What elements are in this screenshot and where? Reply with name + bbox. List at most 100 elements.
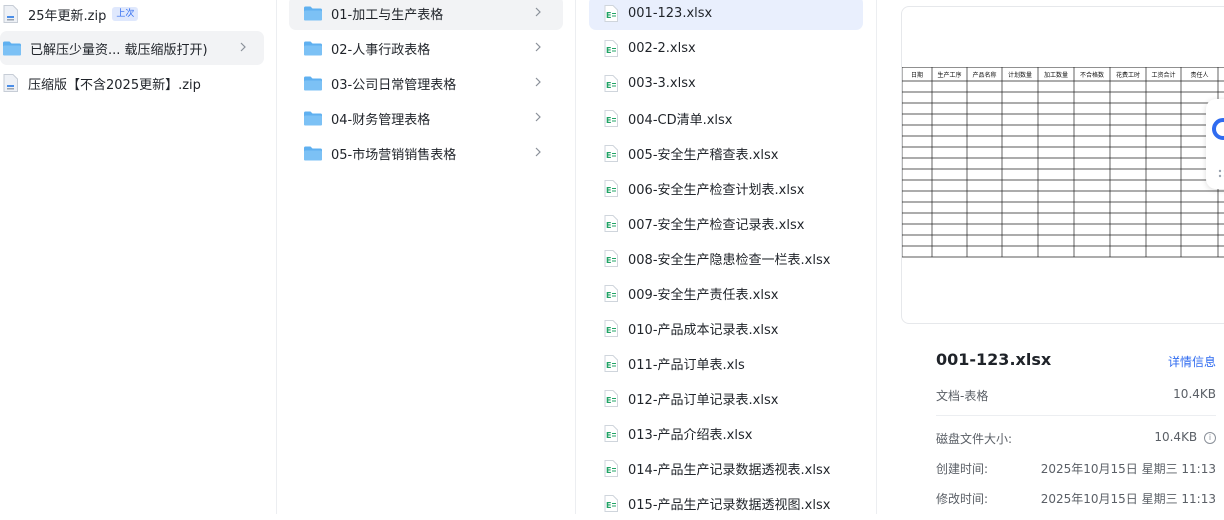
svg-text:E: E	[606, 361, 611, 370]
archive-label: 25年更新.zip	[28, 5, 106, 24]
sheet-header-cell: 责任人	[1190, 71, 1208, 79]
spreadsheet-preview: 日期生产工序产品名称计划数量加工数量不合格数花费工时工资合计责任人	[901, 6, 1224, 324]
folder-label: 01-加工与生产表格	[331, 4, 443, 23]
file-label: 010-产品成本记录表.xlsx	[628, 319, 778, 338]
archive-column: 25年更新.zip 上次 已解压少量资... 载压缩版打开) 压缩版【不含202…	[0, 0, 276, 514]
disk-size-label: 磁盘文件大小:	[936, 430, 1012, 447]
archive-label: 压缩版【不含2025更新】.zip	[28, 74, 201, 93]
file-item[interactable]: E 014-产品生产记录数据透视表.xlsx	[589, 451, 863, 485]
excel-file-icon: E	[604, 285, 618, 302]
svg-text:E: E	[606, 81, 611, 90]
svg-text:E: E	[606, 396, 611, 405]
floating-assistant-button[interactable]	[1206, 99, 1224, 189]
last-opened-badge: 上次	[112, 7, 138, 21]
folder-item[interactable]: 02-人事行政表格	[289, 31, 563, 65]
sheet-header-cell: 加工数量	[1044, 71, 1068, 79]
svg-text:E: E	[606, 151, 611, 160]
excel-file-icon: E	[604, 250, 618, 267]
folder-item[interactable]: 04-财务管理表格	[289, 101, 563, 135]
disk-size-row: 10.4KB i	[1154, 430, 1216, 444]
file-label: 011-产品订单表.xls	[628, 354, 745, 373]
svg-text:E: E	[606, 46, 611, 55]
file-label: 013-产品介绍表.xlsx	[628, 424, 752, 443]
zip-file-icon	[3, 5, 18, 23]
sheet-header-cell: 日期	[911, 71, 923, 79]
file-column: E 001-123.xlsx E 002-2.xlsx E 003-3.xlsx…	[576, 0, 876, 514]
info-icon[interactable]: i	[1204, 432, 1216, 444]
zip-file-icon	[3, 74, 18, 92]
spreadsheet-thumbnail: 日期生产工序产品名称计划数量加工数量不合格数花费工时工资合计责任人	[902, 67, 1224, 267]
svg-text:E: E	[606, 11, 611, 20]
file-item-selected[interactable]: E 001-123.xlsx	[589, 0, 863, 30]
file-label: 014-产品生产记录数据透视表.xlsx	[628, 459, 830, 478]
folder-icon	[3, 41, 21, 56]
folder-label: 03-公司日常管理表格	[331, 74, 456, 93]
chevron-right-icon	[236, 40, 250, 54]
sheet-header-cell: 产品名称	[972, 71, 996, 79]
file-item[interactable]: E 010-产品成本记录表.xlsx	[589, 311, 863, 345]
file-item[interactable]: E 006-安全生产检查计划表.xlsx	[589, 171, 863, 205]
svg-text:E: E	[606, 221, 611, 230]
created-value: 2025年10月15日 星期三 11:13	[1041, 460, 1216, 477]
created-label: 创建时间:	[936, 460, 988, 477]
excel-file-icon: E	[604, 320, 618, 337]
svg-text:E: E	[606, 256, 611, 265]
folder-item[interactable]: 03-公司日常管理表格	[289, 66, 563, 100]
folder-item[interactable]: 05-市场营销销售表格	[289, 136, 563, 170]
archive-item[interactable]: 25年更新.zip 上次	[0, 0, 270, 31]
file-item[interactable]: E 003-3.xlsx	[589, 66, 863, 100]
excel-file-icon: E	[604, 40, 618, 57]
chevron-right-icon	[531, 5, 545, 19]
file-label: 006-安全生产检查计划表.xlsx	[628, 179, 804, 198]
archive-item[interactable]: 压缩版【不含2025更新】.zip	[0, 66, 270, 100]
excel-file-icon: E	[604, 180, 618, 197]
archive-label: 已解压少量资... 载压缩版打开)	[30, 39, 208, 58]
chevron-right-icon	[531, 110, 545, 124]
file-item[interactable]: E 005-安全生产稽查表.xlsx	[589, 136, 863, 170]
folder-label: 05-市场营销销售表格	[331, 144, 456, 163]
file-item[interactable]: E 002-2.xlsx	[589, 31, 863, 65]
svg-text:E: E	[606, 291, 611, 300]
file-item[interactable]: E 009-安全生产责任表.xlsx	[589, 276, 863, 310]
svg-text:E: E	[606, 431, 611, 440]
file-label: 015-产品生产记录数据透视图.xlsx	[628, 494, 830, 513]
file-label: 009-安全生产责任表.xlsx	[628, 284, 778, 303]
excel-file-icon: E	[604, 390, 618, 407]
file-item[interactable]: E 008-安全生产隐患检查一栏表.xlsx	[589, 241, 863, 275]
file-label: 012-产品订单记录表.xlsx	[628, 389, 778, 408]
file-item[interactable]: E 013-产品介绍表.xlsx	[589, 416, 863, 450]
folder-item-selected[interactable]: 01-加工与生产表格	[289, 0, 563, 30]
disk-size-value: 10.4KB	[1154, 430, 1197, 444]
file-label: 005-安全生产稽查表.xlsx	[628, 144, 778, 163]
detail-info-link[interactable]: 详情信息	[1168, 353, 1216, 370]
sheet-header-cell: 工资合计	[1151, 71, 1175, 79]
folder-icon	[304, 76, 322, 91]
svg-text:E: E	[606, 501, 611, 510]
file-item[interactable]: E 012-产品订单记录表.xlsx	[589, 381, 863, 415]
svg-text:E: E	[606, 326, 611, 335]
file-item[interactable]: E 015-产品生产记录数据透视图.xlsx	[589, 486, 863, 520]
preview-panel: 日期生产工序产品名称计划数量加工数量不合格数花费工时工资合计责任人 001-12…	[877, 0, 1224, 514]
excel-file-icon: E	[604, 5, 618, 22]
file-label: 001-123.xlsx	[628, 6, 712, 21]
svg-text:E: E	[606, 186, 611, 195]
modified-value: 2025年10月15日 星期三 11:13	[1041, 490, 1216, 507]
file-item[interactable]: E 011-产品订单表.xls	[589, 346, 863, 380]
folder-column: 01-加工与生产表格 02-人事行政表格 03-公司日常管理表格 04-财务管理…	[277, 0, 575, 514]
detail-filename: 001-123.xlsx	[936, 350, 1051, 369]
file-item[interactable]: E 007-安全生产检查记录表.xlsx	[589, 206, 863, 240]
assistant-icon	[1206, 99, 1224, 189]
folder-icon	[304, 111, 322, 126]
archive-item-selected[interactable]: 已解压少量资... 载压缩版打开)	[0, 31, 264, 65]
chevron-right-icon	[531, 75, 545, 89]
excel-file-icon: E	[604, 460, 618, 477]
folder-icon	[304, 6, 322, 21]
excel-file-icon: E	[604, 75, 618, 92]
modified-label: 修改时间:	[936, 490, 988, 507]
excel-file-icon: E	[604, 495, 618, 512]
file-label: 007-安全生产检查记录表.xlsx	[628, 214, 804, 233]
folder-label: 02-人事行政表格	[331, 39, 430, 58]
chevron-right-icon	[531, 40, 545, 54]
file-label: 003-3.xlsx	[628, 76, 696, 91]
file-item[interactable]: E 004-CD清单.xlsx	[589, 101, 863, 135]
